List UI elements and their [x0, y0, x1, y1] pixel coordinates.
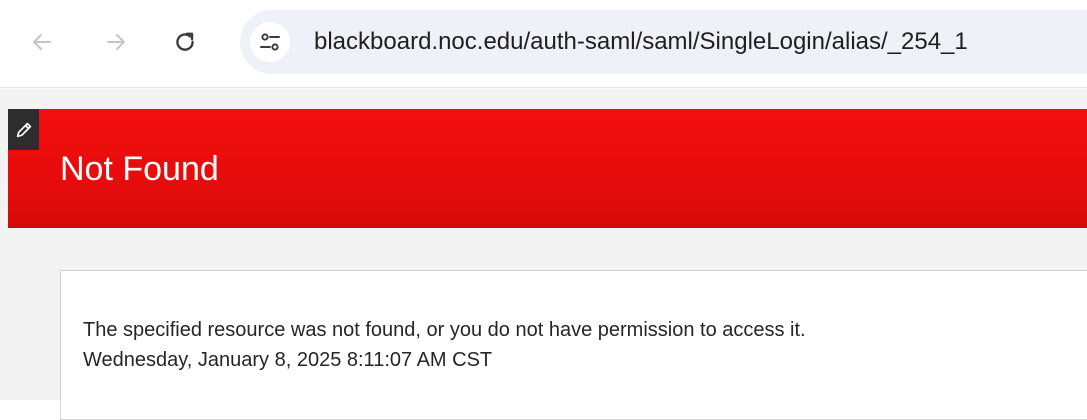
- message-panel: The specified resource was not found, or…: [60, 270, 1087, 420]
- site-info-button[interactable]: [250, 22, 290, 62]
- url-text[interactable]: blackboard.noc.edu/auth-saml/saml/Single…: [314, 10, 968, 74]
- pencil-icon: [16, 122, 31, 137]
- page-title: Not Found: [60, 150, 219, 188]
- tune-icon: [260, 33, 280, 51]
- error-message: The specified resource was not found, or…: [83, 315, 806, 375]
- error-timestamp: Wednesday, January 8, 2025 8:11:07 AM CS…: [83, 349, 493, 371]
- reload-icon: [176, 32, 194, 51]
- error-description: The specified resource was not found, or…: [83, 319, 806, 341]
- forward-button[interactable]: [96, 22, 136, 62]
- back-button[interactable]: [22, 22, 62, 62]
- reload-button[interactable]: [165, 22, 205, 62]
- browser-toolbar: blackboard.noc.edu/auth-saml/saml/Single…: [0, 0, 1087, 88]
- edit-mode-button[interactable]: [8, 109, 39, 150]
- arrow-right-icon: [107, 34, 125, 50]
- page-content: Not Found The specified resource was not…: [0, 89, 1087, 420]
- arrow-left-icon: [33, 34, 51, 50]
- address-bar[interactable]: blackboard.noc.edu/auth-saml/saml/Single…: [240, 10, 1087, 74]
